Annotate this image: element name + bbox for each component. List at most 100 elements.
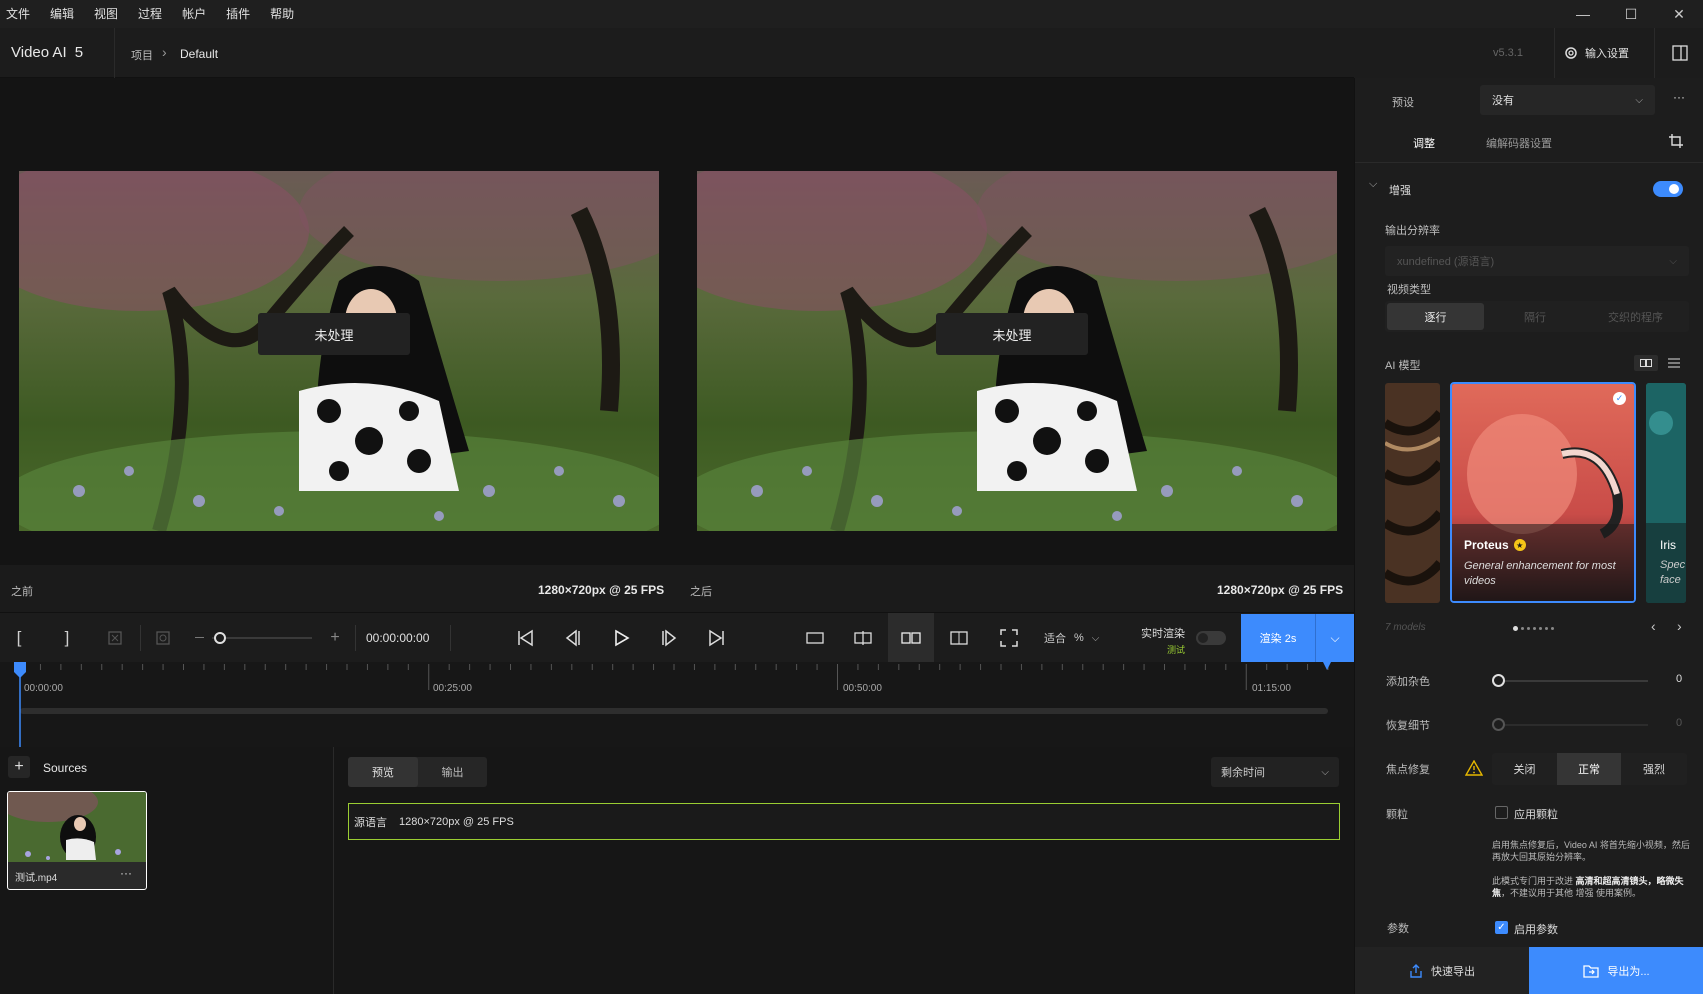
before-frame[interactable]: 未处理 xyxy=(19,171,659,531)
focus-off[interactable]: 关闭 xyxy=(1492,753,1557,785)
model-card-previous[interactable] xyxy=(1385,383,1440,603)
carousel-dots[interactable] xyxy=(1513,626,1554,631)
focus-normal[interactable]: 正常 xyxy=(1557,753,1621,785)
noise-value: 0 xyxy=(1676,673,1683,685)
crop-icon[interactable] xyxy=(1668,133,1684,149)
chevron-down-icon: ⌵ xyxy=(1091,632,1100,644)
maximize-button[interactable]: ☐ xyxy=(1607,0,1655,28)
quick-export-button[interactable]: 快速导出 xyxy=(1355,947,1529,994)
timeline[interactable]: 00:00:00 00:25:00 00:50:00 01:15:00 xyxy=(0,662,1354,747)
zoom-region-button[interactable] xyxy=(148,613,178,663)
preset-more-icon[interactable]: ··· xyxy=(1673,90,1685,104)
grid-view-button[interactable] xyxy=(1634,355,1658,371)
tab-preview[interactable]: 预览 xyxy=(348,757,418,787)
enhance-toggle[interactable] xyxy=(1653,181,1683,197)
app-header: Video AI 5 项目 › Default xyxy=(0,28,1354,78)
next-model-name: Iris xyxy=(1660,538,1676,552)
menu-account[interactable]: 帐户 xyxy=(172,0,216,28)
breadcrumb-project[interactable]: 项目 xyxy=(131,47,153,63)
video-type-interlaced[interactable]: 隔行 xyxy=(1486,301,1584,332)
side-by-side-icon xyxy=(901,632,921,644)
chevron-down-icon[interactable]: ⌵ xyxy=(1369,178,1377,191)
prev-frame-icon xyxy=(565,629,580,647)
render-button[interactable]: 渲染 2s xyxy=(1241,614,1315,662)
timecode[interactable]: 00:00:00:00 xyxy=(366,631,429,645)
panel-toggle-icon[interactable] xyxy=(1672,45,1688,61)
add-source-button[interactable]: + xyxy=(8,756,30,778)
realtime-render-toggle[interactable] xyxy=(1196,631,1226,645)
mark-out-button[interactable]: ] xyxy=(52,613,82,663)
model-card-proteus[interactable]: ✓ Proteus ★ General enhancement for most… xyxy=(1450,382,1636,603)
zoom-fit-dropdown[interactable]: 适合 % ⌵ xyxy=(1044,629,1099,647)
split-view-button[interactable] xyxy=(848,613,878,663)
prev-frame-button[interactable] xyxy=(560,613,586,663)
params-checkbox[interactable]: ✓ xyxy=(1495,921,1508,934)
output-resolution-value: xundefined (源语言) xyxy=(1397,256,1495,268)
settings-sidebar: 预设 没有 ⌵ ··· 调整 编解码器设置 ⌵ 增强 输出分辨率 xundefi… xyxy=(1354,78,1703,994)
selected-check-icon: ✓ xyxy=(1613,392,1626,405)
sort-label: 剩余时间 xyxy=(1221,767,1265,779)
menu-file[interactable]: 文件 xyxy=(0,0,40,28)
fullscreen-button[interactable] xyxy=(994,613,1024,663)
clear-marks-icon xyxy=(108,631,122,645)
side-by-side-button[interactable] xyxy=(888,613,934,663)
zoom-slider-thumb[interactable] xyxy=(214,632,226,644)
focus-note-1: 启用焦点修复后，Video AI 将首先缩小视频，然后再放大回其原始分辨率。 xyxy=(1492,840,1690,862)
next-frame-button[interactable] xyxy=(656,613,682,663)
tab-codec-settings[interactable]: 编解码器设置 xyxy=(1486,135,1552,151)
sources-title: Sources xyxy=(43,761,88,775)
timeline-zoom-slider[interactable] xyxy=(212,637,312,639)
compare-button[interactable] xyxy=(944,613,974,663)
export-as-button[interactable]: 导出为... xyxy=(1529,947,1703,994)
after-frame[interactable]: 未处理 xyxy=(697,171,1337,531)
render-options-button[interactable]: ⌵ xyxy=(1315,614,1354,662)
next-frame-icon xyxy=(662,629,677,647)
clear-marks-button[interactable] xyxy=(100,613,130,663)
model-card-iris[interactable]: Iris Spec face xyxy=(1646,383,1686,603)
chevron-left-icon[interactable]: ‹ xyxy=(1651,618,1656,634)
source-file-name: 测试.mp4 xyxy=(15,873,58,884)
video-type-interlaced-progressive[interactable]: 交织的程序 xyxy=(1584,301,1687,332)
skip-to-start-button[interactable] xyxy=(512,613,538,663)
source-file-card[interactable]: 测试.mp4 ··· xyxy=(7,791,147,890)
noise-slider[interactable] xyxy=(1498,680,1648,682)
input-settings-button[interactable]: 输入设置 xyxy=(1563,40,1629,66)
detail-slider-thumb[interactable] xyxy=(1492,718,1505,731)
video-type-progressive[interactable]: 逐行 xyxy=(1387,303,1484,330)
focus-strong[interactable]: 强烈 xyxy=(1621,753,1687,785)
menu-help[interactable]: 帮助 xyxy=(260,0,304,28)
source-thumbnail xyxy=(8,792,146,862)
queue-item[interactable]: 源语言 1280×720px @ 25 FPS xyxy=(348,803,1340,840)
list-view-button[interactable] xyxy=(1665,355,1683,371)
output-resolution-dropdown[interactable]: xundefined (源语言) ⌵ xyxy=(1385,246,1689,276)
zoom-out-icon[interactable] xyxy=(195,637,204,638)
single-view-button[interactable] xyxy=(800,613,830,663)
zoom-in-icon[interactable]: + xyxy=(325,613,345,663)
after-resolution: 1280×720px @ 25 FPS xyxy=(1217,583,1344,597)
menu-bar: 文件 编辑 视图 过程 帐户 插件 帮助 — ☐ ✕ xyxy=(0,0,1703,28)
minimize-button[interactable]: — xyxy=(1559,0,1607,28)
grain-checkbox[interactable] xyxy=(1495,806,1508,819)
preset-dropdown[interactable]: 没有 ⌵ xyxy=(1480,85,1655,115)
preset-value: 没有 xyxy=(1492,95,1514,107)
enhance-label: 增强 xyxy=(1389,185,1411,197)
focus-fix-selector: 关闭 正常 强烈 xyxy=(1492,753,1687,785)
params-label: 参数 xyxy=(1387,923,1409,935)
tab-output[interactable]: 输出 xyxy=(418,757,487,787)
noise-slider-thumb[interactable] xyxy=(1492,674,1505,687)
menu-process[interactable]: 过程 xyxy=(128,0,172,28)
close-button[interactable]: ✕ xyxy=(1655,0,1703,28)
menu-view[interactable]: 视图 xyxy=(84,0,128,28)
menu-plugins[interactable]: 插件 xyxy=(216,0,260,28)
play-button[interactable] xyxy=(608,613,634,663)
list-view-icon xyxy=(1668,358,1680,368)
file-menu-icon[interactable]: ··· xyxy=(120,866,132,880)
sort-dropdown[interactable]: 剩余时间 ⌵ xyxy=(1211,757,1339,787)
menu-edit[interactable]: 编辑 xyxy=(40,0,84,28)
skip-to-end-button[interactable] xyxy=(704,613,730,663)
mark-in-button[interactable]: [ xyxy=(4,613,34,663)
compare-icon xyxy=(950,631,968,645)
detail-slider[interactable] xyxy=(1498,724,1648,726)
tab-adjust[interactable]: 调整 xyxy=(1413,135,1435,151)
chevron-right-icon[interactable]: › xyxy=(1677,618,1682,634)
